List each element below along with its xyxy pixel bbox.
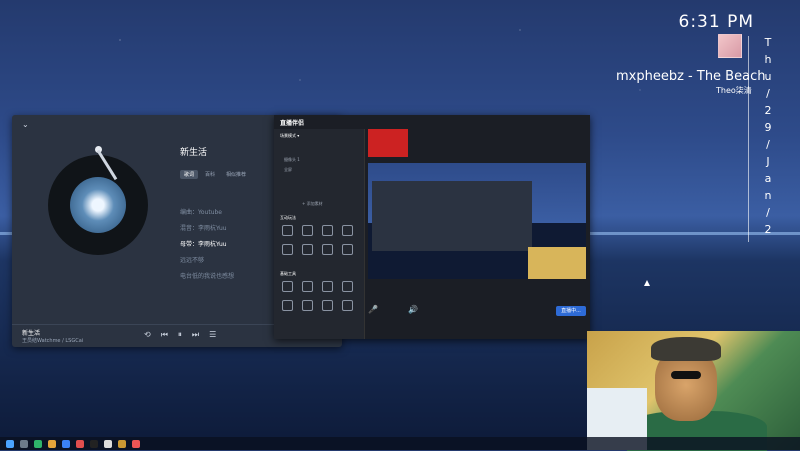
album-cover [70,177,126,233]
collapse-icon[interactable]: ⌄ [22,120,29,129]
preview-webcam [528,247,586,279]
lyric-tabs: 歌词 百科 相似推荐 [180,170,250,179]
lyric-line-current: 母带：李雨杭Yuu [180,241,227,248]
tool-icon[interactable] [302,225,313,236]
next-icon[interactable]: ⏭ [192,330,199,340]
song-title: 新生活 [180,148,208,158]
stream-thumbnail [368,129,408,157]
scene-item[interactable]: 摄像头 1 [284,157,300,163]
pause-icon[interactable]: ⏸ [178,330,182,340]
tab-wiki[interactable]: 百科 [201,170,219,179]
taskbar-app-icon[interactable] [104,440,112,448]
lyric-line: 混音：李雨杭Yuu [180,225,227,232]
stream-companion-window[interactable]: 直播伴侣 场景模式 ▾ 摄像头 1 全屏 + 添加素材 互动玩法 基础工具 🎤 … [274,115,590,339]
portrait-sunglasses [671,371,701,379]
obs-sidebar: 场景模式 ▾ 摄像头 1 全屏 + 添加素材 互动玩法 基础工具 [274,129,365,339]
album-avatar [718,34,742,58]
tool-icon[interactable] [342,281,353,292]
previous-icon[interactable]: ⏮ [161,330,168,340]
tab-similar[interactable]: 相似推荐 [222,170,250,179]
taskbar-app-icon[interactable] [118,440,126,448]
repeat-icon[interactable]: ⟲ [144,330,151,340]
speaker-icon[interactable]: 🔊 [408,305,418,314]
start-stream-button[interactable]: 直播中... [556,306,586,316]
app-name: 直播伴侣 [280,120,305,127]
tool-icon[interactable] [322,244,333,255]
tool-icon[interactable] [282,225,293,236]
tab-lyrics[interactable]: 歌词 [180,170,199,179]
lyric-line: 远远不够 [180,257,205,264]
widget-divider [748,36,749,242]
playlist-icon[interactable]: ☰ [209,330,216,340]
tool-icon[interactable] [302,244,313,255]
tool-icon[interactable] [342,225,353,236]
tool-icon[interactable] [322,300,333,311]
scene-mode-dropdown[interactable]: 场景模式 ▾ [280,133,299,139]
tool-icon[interactable] [282,300,293,311]
portrait-hat [651,337,721,361]
preview-window [372,181,532,251]
lyric-line: 电台低的我说也感想 [180,273,235,280]
scene-item[interactable]: 全屏 [284,167,292,173]
tool-icon[interactable] [342,300,353,311]
now-artist: 王员结Watchme / LSGCai [22,338,84,344]
clock-time: 6:31 PM [678,12,754,32]
widget-song-title: mxpheebz - The Beach [616,69,766,84]
taskbar-app-icon[interactable] [62,440,70,448]
mouse-cursor-icon [644,280,650,286]
section-interact: 互动玩法 [280,215,296,220]
stream-preview [368,163,586,279]
lyric-line: 编曲：Youtube [180,209,222,216]
taskbar-app-icon[interactable] [20,440,28,448]
section-tools: 基础工具 [280,271,296,276]
add-source-button[interactable]: + 添加素材 [302,201,323,207]
taskbar-app-icon[interactable] [76,440,84,448]
tool-icon[interactable] [322,281,333,292]
taskbar-app-icon[interactable] [90,440,98,448]
taskbar-app-icon[interactable] [48,440,56,448]
tool-icon[interactable] [282,281,293,292]
tool-icon[interactable] [302,281,313,292]
taskbar [0,437,800,450]
taskbar-app-icon[interactable] [34,440,42,448]
widget-artist: Theo柒清 [716,86,752,95]
start-icon[interactable] [6,440,14,448]
vertical-date: Thu /2 9 /Ja n/2 [764,36,772,236]
now-title: 新生活 [22,330,41,337]
tool-icon[interactable] [342,244,353,255]
tool-icon[interactable] [282,244,293,255]
tool-icon[interactable] [322,225,333,236]
tool-icon[interactable] [302,300,313,311]
lyrics-list: 编曲：Youtube 混音：李雨杭Yuu 母带：李雨杭Yuu 远远不够 电台低的… [180,207,234,280]
taskbar-app-icon[interactable] [132,440,140,448]
microphone-icon[interactable]: 🎤 [368,305,378,314]
